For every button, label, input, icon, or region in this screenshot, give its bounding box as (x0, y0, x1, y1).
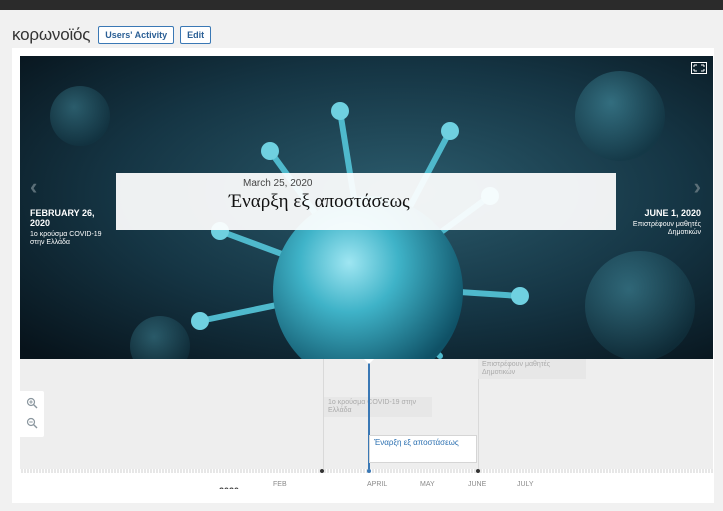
title-row: κορωνοϊός Users' Activity Edit (12, 24, 217, 46)
timeline-event-dot (320, 469, 324, 473)
timeline-current-pointer (363, 359, 375, 364)
next-slide-text: Επιστρέφουν μαθητές Δημοτικών (632, 221, 701, 236)
slide-date: March 25, 2020 (243, 178, 313, 189)
slide-hero: ‹ › FEBRUARY 26, 2020 1ο κρούσμα COVID-1… (20, 56, 713, 359)
marker-label: Επιστρέφουν μαθητές Δημοτικών (482, 361, 551, 376)
slide-caption: March 25, 2020 Έναρξη εξ αποστάσεως (116, 173, 616, 230)
page-title: κορωνοϊός (12, 25, 91, 44)
month-label: JULY (517, 481, 534, 488)
timeline-event-dot (367, 469, 371, 473)
next-slide-date: JUNE 1, 2020 (644, 208, 701, 218)
month-label: JUNE (468, 481, 487, 488)
users-activity-button[interactable]: Users' Activity (98, 26, 175, 44)
timeline-navigator[interactable]: Επιστρέφουν μαθητές Δημοτικών 1ο κρούσμα… (20, 359, 713, 489)
marker-label: 1ο κρούσμα COVID-19 στην Ελλάδα (328, 399, 416, 414)
chevron-left-icon[interactable]: ‹ (30, 174, 37, 200)
fullscreen-icon[interactable] (691, 62, 707, 74)
timeline-axis: FEB APRIL MAY JUNE JULY 2020 (20, 469, 713, 489)
prev-slide-link[interactable]: FEBRUARY 26, 2020 1ο κρούσμα COVID-19 στ… (30, 208, 108, 247)
zoom-in-icon[interactable] (25, 397, 39, 411)
month-label: MAY (420, 481, 435, 488)
edit-button[interactable]: Edit (180, 26, 212, 44)
prev-slide-text: 1ο κρούσμα COVID-19 στην Ελλάδα (30, 231, 102, 246)
month-label: FEB (273, 481, 287, 488)
prev-slide-date: FEBRUARY 26, 2020 (30, 208, 95, 228)
month-label: APRIL (367, 481, 388, 488)
chevron-right-icon[interactable]: › (694, 174, 701, 200)
slide-headline: Έναρξη εξ αποστάσεως (229, 191, 410, 212)
timeline-marker-prev[interactable]: 1ο κρούσμα COVID-19 στην Ελλάδα (324, 397, 432, 417)
year-label: 2020 (219, 486, 239, 489)
zoom-out-icon[interactable] (25, 417, 39, 431)
timeline-event-dot (476, 469, 480, 473)
top-bar (0, 0, 723, 10)
next-slide-link[interactable]: JUNE 1, 2020 Επιστρέφουν μαθητές Δημοτικ… (601, 208, 701, 237)
zoom-controls (20, 391, 44, 437)
timeline-marker-current[interactable]: Έναρξη εξ αποστάσεως (369, 435, 477, 463)
timeline-marker-next[interactable]: Επιστρέφουν μαθητές Δημοτικών (478, 359, 586, 379)
marker-label: Έναρξη εξ αποστάσεως (374, 438, 459, 447)
